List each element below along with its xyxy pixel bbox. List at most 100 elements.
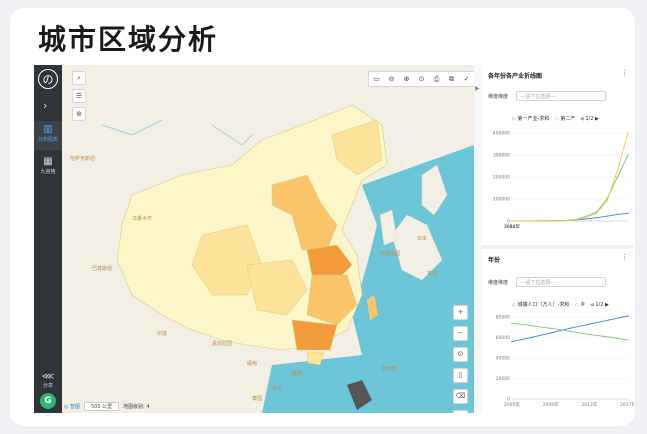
locate-icon[interactable]: ⊕ <box>72 107 86 121</box>
screenshot-card: 城市区域分析 の › ▥ 分布图表 ▦ 九宫格 ⋘ 分享 G 哈萨克斯坦 乌鲁木… <box>10 8 635 426</box>
data-point[interactable] <box>530 325 533 327</box>
data-point[interactable] <box>564 219 566 222</box>
data-point[interactable] <box>627 315 629 317</box>
data-point[interactable] <box>595 212 598 214</box>
data-point[interactable] <box>530 336 533 339</box>
data-point[interactable] <box>588 333 591 336</box>
rect-select-icon[interactable]: ▭ <box>369 72 384 86</box>
map-place-label: 日本 <box>417 236 428 242</box>
data-point[interactable] <box>606 200 608 202</box>
map-level-label: 地图级别: 4 <box>123 404 150 410</box>
map-place-label: 越南 <box>292 371 303 377</box>
data-point[interactable] <box>588 323 591 325</box>
dimension-label: 维度维度 <box>488 280 509 286</box>
data-point[interactable] <box>627 212 629 214</box>
legend-item[interactable]: 乡 <box>580 302 585 308</box>
map-place-label: 老挝 <box>272 386 283 392</box>
data-point[interactable] <box>616 169 619 172</box>
data-point[interactable] <box>511 322 513 324</box>
legend-marker-icon: ◇ <box>554 116 559 122</box>
y-tick-label: 400000 <box>493 131 510 137</box>
map-place-label: 印度 <box>157 331 168 337</box>
copy-icon[interactable]: ⧉ <box>444 72 459 86</box>
data-point[interactable] <box>627 339 629 341</box>
legend-next-icon[interactable]: ▶ <box>595 116 599 122</box>
data-point[interactable] <box>595 217 598 219</box>
dimension-label: 维度维度 <box>488 94 509 100</box>
legend-page: 1/2 <box>585 116 594 122</box>
clipboard-icon[interactable]: ▯ <box>453 368 468 383</box>
share-button[interactable]: ⋘ 分享 <box>34 372 62 389</box>
legend-marker-icon: ◇ <box>512 302 516 308</box>
more-options-icon[interactable]: ⋮ <box>621 69 628 77</box>
more-options-icon[interactable]: ⋮ <box>621 253 628 261</box>
layers-icon[interactable]: ☰ <box>72 89 86 103</box>
map-place-label: 巴基斯坦 <box>92 266 113 272</box>
y-tick-label: 0 <box>507 397 510 403</box>
legend-item[interactable]: 城镇人口（万人）-求和 <box>517 302 569 308</box>
legend-item[interactable]: 第一产业-求和 <box>517 116 549 122</box>
zoom-in-button[interactable]: + <box>453 305 468 320</box>
data-point[interactable] <box>606 215 608 217</box>
data-point[interactable] <box>532 220 534 222</box>
line-chart-industries[interactable]: 01000002000003000004000001952年1983年2007年… <box>482 125 634 235</box>
zoom-in-icon[interactable]: ⊕ <box>399 72 414 86</box>
x-tick-label: 2005年 <box>504 401 520 408</box>
data-point[interactable] <box>511 340 513 343</box>
data-point[interactable] <box>569 327 571 329</box>
data-point[interactable] <box>616 176 619 178</box>
locate-button[interactable]: ⊙ <box>453 347 468 362</box>
data-point[interactable] <box>549 327 552 329</box>
data-point[interactable] <box>607 319 610 321</box>
legend-item[interactable]: 第二产 <box>560 116 575 122</box>
search-icon[interactable]: ⌕ <box>72 71 86 85</box>
nav-label: 九宫格 <box>40 169 56 175</box>
data-point[interactable] <box>585 218 587 220</box>
check-icon[interactable]: ✓ <box>459 72 474 86</box>
panel-collapse-handle[interactable]: ▶ <box>474 65 482 413</box>
nav-item-distribution[interactable]: ▥ 分布图表 <box>34 121 62 150</box>
dimension-select[interactable]: ---请下拉选择--- <box>516 91 606 101</box>
province-region[interactable] <box>291 319 338 351</box>
view-icon[interactable]: ⊙ <box>414 72 429 86</box>
map-canvas[interactable]: 哈萨克斯坦 乌鲁木齐 巴基斯坦 印度 孟加拉国 缅甸 越南 老挝 泰国 菲律宾 … <box>62 65 474 413</box>
map-right-toolbar: + − ⊙ ▯ ⌫ ⤢ <box>453 305 468 413</box>
data-point[interactable] <box>585 216 587 219</box>
map-place-label: 菲律宾 <box>382 366 398 372</box>
legend-prev-icon[interactable]: ◀ <box>580 116 584 122</box>
fullscreen-icon[interactable]: ⤢ <box>453 410 468 413</box>
data-point[interactable] <box>521 220 524 222</box>
data-point[interactable] <box>569 330 571 333</box>
page-title: 城市区域分析 <box>38 23 219 56</box>
nav-item-grid[interactable]: ▦ 九宫格 <box>34 153 62 182</box>
legend-prev-icon[interactable]: ◀ <box>590 302 594 308</box>
expand-chevron-icon[interactable]: › <box>43 99 47 112</box>
nav-label: 分布图表 <box>37 137 58 143</box>
data-point[interactable] <box>549 332 552 334</box>
y-tick-label: 20000 <box>496 376 510 382</box>
data-point[interactable] <box>542 220 545 222</box>
data-point[interactable] <box>574 219 576 221</box>
data-point[interactable] <box>627 154 629 156</box>
share-label: 分享 <box>42 383 53 389</box>
data-point[interactable] <box>627 132 629 134</box>
collapse-arrow-icon: ▶ <box>475 85 480 92</box>
avatar[interactable]: G <box>40 393 56 409</box>
right-panel: 各年份各产业折线图 ⋮ 维度维度 ---请下拉选择--- ◇ 第一产业-求和 ◇… <box>482 65 634 413</box>
print-icon[interactable]: ⎙ <box>429 72 444 86</box>
x-tick-label: 2013年 <box>581 401 597 408</box>
dimension-select[interactable]: ---请下拉选择--- <box>516 277 606 287</box>
data-point[interactable] <box>511 220 513 222</box>
zoom-out-icon[interactable]: ⊖ <box>384 72 399 86</box>
china-choropleth-map[interactable] <box>62 65 474 413</box>
legend-page: 1/2 <box>595 302 604 308</box>
series-line[interactable] <box>511 154 629 222</box>
eraser-icon[interactable]: ⌫ <box>453 389 468 404</box>
data-point[interactable] <box>553 220 555 222</box>
line-chart-population[interactable]: 0 20000 40000 60000 80000 2005年 2009年 2013年 2017… <box>482 311 634 411</box>
logo-icon[interactable]: の <box>38 69 58 89</box>
data-point[interactable] <box>607 336 610 338</box>
data-point[interactable] <box>616 213 619 216</box>
zoom-out-button[interactable]: − <box>453 326 468 341</box>
legend-next-icon[interactable]: ▶ <box>605 302 609 308</box>
